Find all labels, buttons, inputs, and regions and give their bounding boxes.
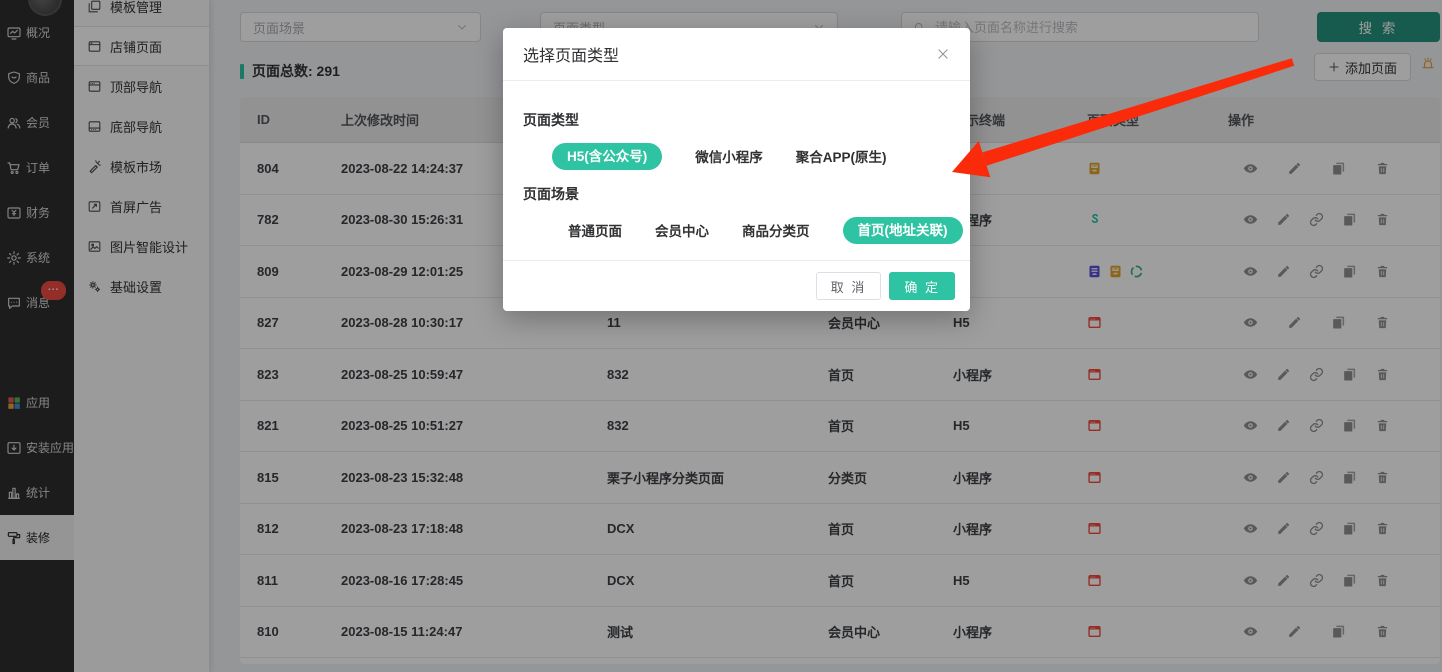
page-type-modal: 选择页面类型 页面类型 H5(含公众号) 微信小程序 聚合APP(原生) 页面场景 … <box>503 28 970 311</box>
modal-section-label: 页面场景 <box>523 184 950 204</box>
modal-option[interactable]: 商品分类页 <box>742 220 810 240</box>
close-icon[interactable] <box>936 47 950 61</box>
modal-title: 选择页面类型 <box>523 42 619 66</box>
modal-body: 页面类型 H5(含公众号) 微信小程序 聚合APP(原生) 页面场景 普通页面 会员中… <box>503 110 970 244</box>
modal-header: 选择页面类型 <box>503 28 970 81</box>
modal-option[interactable]: 聚合APP(原生) <box>796 146 887 166</box>
modal-option[interactable]: 首页(地址关联) <box>843 217 963 244</box>
modal-option[interactable]: H5(含公众号) <box>552 143 662 170</box>
app-root: 概况商品会员订单财务系统消息 应用安装应用统计装修 ... 模板管理店铺页面顶部… <box>0 0 1442 672</box>
modal-option[interactable]: 会员中心 <box>655 220 709 240</box>
cancel-button[interactable]: 取 消 <box>816 272 882 300</box>
confirm-button[interactable]: 确 定 <box>889 272 955 300</box>
modal-footer: 取 消 确 定 <box>503 260 970 311</box>
modal-option[interactable]: 普通页面 <box>568 220 622 240</box>
modal-section: 页面场景 普通页面会员中心商品分类页首页(地址关联) <box>523 184 950 244</box>
modal-section: 页面类型 H5(含公众号) 微信小程序 聚合APP(原生) <box>523 110 950 170</box>
modal-option[interactable]: 微信小程序 <box>695 146 763 166</box>
modal-section-label: 页面类型 <box>523 110 950 130</box>
